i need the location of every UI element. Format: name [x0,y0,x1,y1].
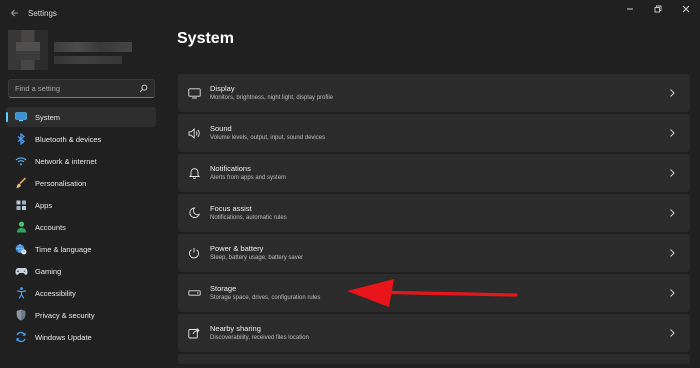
chevron-right-icon [670,289,675,297]
sidebar-item-label: Bluetooth & devices [35,134,102,144]
card-title: Storage [210,283,237,293]
gamepad-icon [14,264,28,278]
card-title: Notifications [210,163,251,173]
sidebar-item-label: Apps [35,200,53,210]
chevron-right-icon [670,169,675,177]
settings-list: Display Monitors, brightness, night ligh… [178,74,690,366]
minimize-button[interactable] [616,0,644,18]
sidebar-item-accessibility[interactable]: Accessibility [6,283,156,303]
brush-icon [14,176,28,190]
settings-card-focus-assist[interactable]: Focus assist Notifications, automatic ru… [178,194,690,232]
sidebar-item-windows-update[interactable]: Windows Update [6,327,156,347]
bell-icon [186,165,202,181]
card-subtitle: Monitors, brightness, night light, displ… [210,94,334,101]
sidebar-item-label: Network & internet [35,156,97,166]
minimize-icon [627,8,633,10]
card-title: Sound [210,123,232,133]
close-button[interactable] [672,0,700,18]
settings-card-notifications[interactable]: Notifications Alerts from apps and syste… [178,154,690,192]
bluetooth-icon [14,132,28,146]
user-profile[interactable] [8,30,138,74]
search-icon[interactable] [139,84,148,93]
card-title: Display [210,83,235,93]
sidebar-item-label: Time & language [35,244,92,254]
close-icon [682,5,690,13]
restore-button[interactable] [644,0,672,18]
sidebar-item-time-language[interactable]: Time & language [6,239,156,259]
person-icon [14,220,28,234]
back-arrow-icon [10,9,18,17]
sidebar-item-bluetooth[interactable]: Bluetooth & devices [6,129,156,149]
user-name-redacted [54,42,132,52]
globe-clock-icon [14,242,28,256]
storage-icon [186,285,202,301]
sidebar-item-label: Accounts [35,222,66,232]
apps-icon [14,198,28,212]
title-bar: Settings [0,0,700,26]
sidebar-item-system[interactable]: System [6,107,156,127]
chevron-right-icon [670,209,675,217]
chevron-right-icon [670,249,675,257]
card-title: Focus assist [210,203,252,213]
update-icon [14,330,28,344]
speaker-icon [186,125,202,141]
sidebar-item-network[interactable]: Network & internet [6,151,156,171]
card-title: Power & battery [210,243,264,253]
restore-icon [654,5,662,13]
shield-icon [14,308,28,322]
sidebar-item-label: Personalisation [35,178,87,188]
sidebar-item-label: Gaming [35,266,62,276]
sidebar-nav: System Bluetooth & devices Network & int… [6,107,156,349]
sidebar-item-privacy-security[interactable]: Privacy & security [6,305,156,325]
back-button[interactable] [2,0,26,26]
card-subtitle: Notifications, automatic rules [210,214,287,221]
sidebar: System Bluetooth & devices Network & int… [0,26,163,368]
sidebar-item-label: Privacy & security [35,310,95,320]
sidebar-item-apps[interactable]: Apps [6,195,156,215]
wifi-icon [14,154,28,168]
settings-card-power-battery[interactable]: Power & battery Sleep, battery usage, ba… [178,234,690,272]
avatar [8,30,48,70]
monitor-icon [186,85,202,101]
card-subtitle: Discoverability, received files location [210,334,309,341]
card-subtitle: Storage space, drives, configuration rul… [210,294,321,301]
card-subtitle: Sleep, battery usage, battery saver [210,254,304,261]
window-title: Settings [28,8,57,18]
sidebar-item-label: System [35,112,61,122]
accessibility-icon [14,286,28,300]
settings-card-nearby-sharing[interactable]: Nearby sharing Discoverability, received… [178,314,690,352]
chevron-right-icon [670,329,675,337]
card-subtitle: Volume levels, output, input, sound devi… [210,134,326,141]
page-title: System [177,30,234,47]
settings-card-sound[interactable]: Sound Volume levels, output, input, soun… [178,114,690,152]
settings-card-display[interactable]: Display Monitors, brightness, night ligh… [178,74,690,112]
share-icon [186,325,202,341]
search-input[interactable] [9,84,137,93]
window-controls [616,0,700,18]
card-title: Nearby sharing [210,323,261,333]
search-box[interactable] [8,79,155,98]
power-icon [186,245,202,261]
chevron-right-icon [670,89,675,97]
sidebar-item-gaming[interactable]: Gaming [6,261,156,281]
display-icon [14,110,28,124]
moon-icon [186,205,202,221]
sidebar-item-label: Windows Update [35,332,92,342]
card-subtitle: Alerts from apps and system [210,174,287,181]
user-email-redacted [54,56,122,64]
settings-card-partial[interactable] [178,354,690,364]
chevron-right-icon [670,129,675,137]
sidebar-item-accounts[interactable]: Accounts [6,217,156,237]
sidebar-item-label: Accessibility [35,288,76,298]
sidebar-item-personalisation[interactable]: Personalisation [6,173,156,193]
settings-card-storage[interactable]: Storage Storage space, drives, configura… [178,274,690,312]
